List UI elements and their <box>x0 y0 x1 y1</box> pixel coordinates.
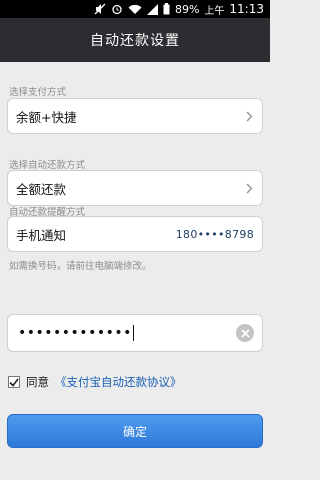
page-title: 自动还款设置 <box>90 33 180 49</box>
repay-method-value: 全额还款 <box>16 181 67 197</box>
change-number-hint: 如需换号码，请前往电脑端修改。 <box>9 261 152 272</box>
battery-icon <box>163 2 170 16</box>
status-bar: 89% 上午 11:13 <box>0 0 270 18</box>
alarm-icon <box>111 2 123 16</box>
title-bar: 自动还款设置 <box>0 18 270 62</box>
clock-time: 11:13 <box>229 2 264 16</box>
cell-signal-icon <box>146 2 158 16</box>
agreement-prefix: 同意 <box>26 375 49 389</box>
chevron-right-icon <box>244 109 254 123</box>
repay-method-row[interactable]: 全额还款 <box>7 170 263 206</box>
repay-method-label: 选择自动还款方式 <box>9 160 86 171</box>
password-dots: ••••••••••••• <box>18 325 134 341</box>
agreement-link[interactable]: 《支付宝自动还款协议》 <box>55 374 182 390</box>
agreement-row: 同意 《支付宝自动还款协议》 <box>8 374 182 390</box>
reminder-row: 手机通知 180••••8798 <box>7 216 263 252</box>
confirm-button-label: 确定 <box>122 424 147 439</box>
payment-method-row[interactable]: 余额+快捷 <box>7 98 263 134</box>
chevron-right-icon <box>244 181 254 195</box>
battery-percent: 89% <box>174 2 200 16</box>
text-cursor <box>132 325 134 341</box>
reminder-value: 手机通知 <box>16 227 67 243</box>
payment-method-value: 余额+快捷 <box>16 109 77 125</box>
clear-icon[interactable] <box>236 324 254 342</box>
agreement-checkbox[interactable] <box>8 376 20 388</box>
am-pm-label: 上午 <box>204 5 225 17</box>
main-content: 选择支付方式 余额+快捷 选择自动还款方式 全额还款 自动还款提醒方式 手机通知… <box>0 62 270 480</box>
confirm-button[interactable]: 确定 <box>7 414 263 448</box>
wifi-icon <box>128 2 142 16</box>
payment-method-label: 选择支付方式 <box>9 87 67 98</box>
password-input[interactable]: ••••••••••••• <box>7 314 263 352</box>
mute-icon <box>94 2 106 16</box>
phone-number: 180••••8798 <box>175 227 254 241</box>
